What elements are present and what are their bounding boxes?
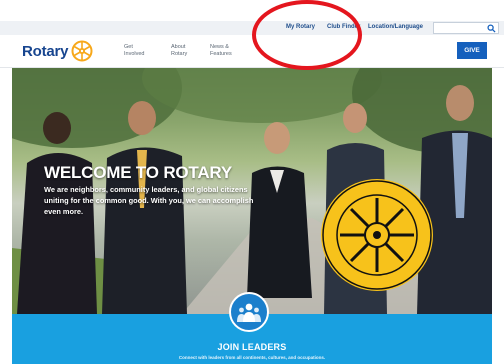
rotary-logo[interactable]: Rotary <box>22 40 93 62</box>
location-language-link[interactable]: Location/Language <box>368 24 423 30</box>
rotary-homepage: My Rotary Club Finder Location/Language … <box>0 0 504 364</box>
nav-get-involved[interactable]: Get Involved <box>124 44 154 57</box>
nav-news-features[interactable]: News & Features <box>210 44 240 57</box>
nav-about-rotary[interactable]: About Rotary <box>171 44 201 57</box>
search-input[interactable] <box>433 22 499 34</box>
hero-description: We are neighbors, community leaders, and… <box>44 185 254 216</box>
my-rotary-link[interactable]: My Rotary <box>286 24 315 30</box>
main-header: Rotary Get Involved About Rotary News & … <box>0 35 504 68</box>
rotary-international-emblem <box>321 179 433 291</box>
people-icon[interactable] <box>229 292 269 332</box>
join-title: JOIN LEADERS <box>217 342 287 352</box>
search-icon <box>487 24 496 33</box>
utility-bar: My Rotary Club Finder Location/Language <box>0 21 504 35</box>
join-subtitle: Connect with leaders from all continents… <box>178 355 326 360</box>
club-finder-link[interactable]: Club Finder <box>327 24 360 30</box>
give-button[interactable]: GIVE <box>457 42 487 59</box>
logo-text: Rotary <box>22 42 69 60</box>
hero-title: WELCOME TO ROTARY <box>44 163 232 182</box>
rotary-wheel-icon <box>71 40 93 62</box>
